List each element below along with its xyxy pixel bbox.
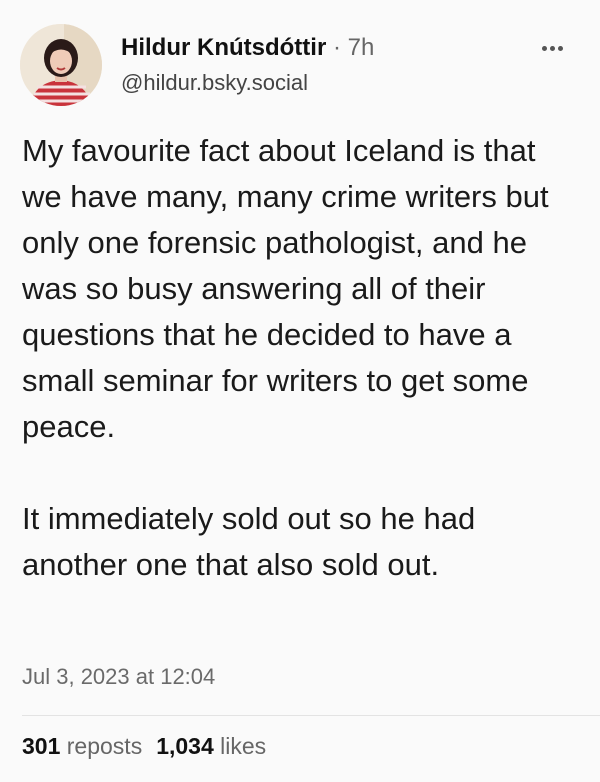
post-timestamp[interactable]: Jul 3, 2023 at 12:04 xyxy=(22,664,215,690)
likes-label: likes xyxy=(213,733,267,759)
author-handle[interactable]: @hildur.bsky.social xyxy=(121,70,308,96)
more-dot xyxy=(550,46,555,51)
reposts-stat[interactable]: 301 reposts xyxy=(22,733,142,759)
more-dot xyxy=(558,46,563,51)
more-options-icon[interactable] xyxy=(538,40,568,56)
likes-stat[interactable]: 1,034 likes xyxy=(156,733,266,759)
author-avatar[interactable] xyxy=(20,24,102,106)
more-dot xyxy=(542,46,547,51)
divider xyxy=(22,715,600,716)
reposts-label: reposts xyxy=(60,733,143,759)
likes-count: 1,034 xyxy=(156,733,214,759)
reposts-count: 301 xyxy=(22,733,61,759)
post-paragraph: My favourite fact about Iceland is that … xyxy=(22,133,549,444)
post-stats: 301 reposts 1,034 likes xyxy=(22,733,266,760)
post-paragraph: It immediately sold out so he had anothe… xyxy=(22,501,476,582)
post-relative-time: · 7h xyxy=(326,34,375,61)
author-display-name[interactable]: Hildur Knútsdóttir · 7h xyxy=(121,34,374,62)
author-name-text: Hildur Knútsdóttir xyxy=(121,34,327,61)
post-card: Hildur Knútsdóttir · 7h @hildur.bsky.soc… xyxy=(0,0,600,782)
post-body: My favourite fact about Iceland is that … xyxy=(22,128,578,588)
avatar-image xyxy=(20,24,102,106)
